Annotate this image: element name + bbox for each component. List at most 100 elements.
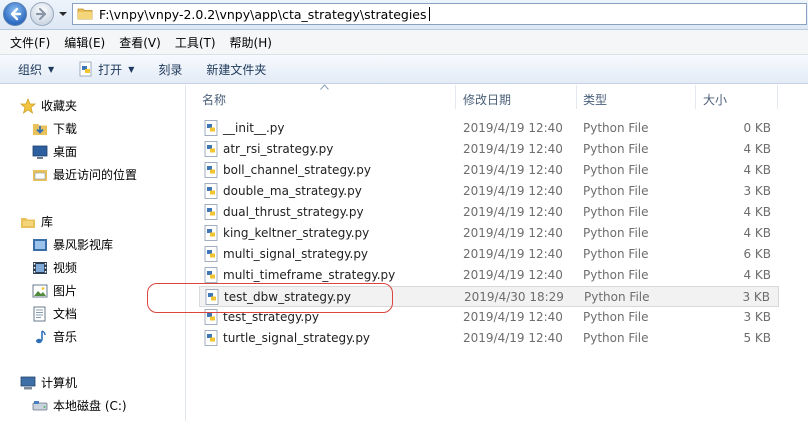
forward-button[interactable] <box>30 2 54 26</box>
column-divider[interactable] <box>695 85 696 109</box>
nav-computer-label: 计算机 <box>41 376 78 390</box>
file-name: atr_rsi_strategy.py <box>223 142 334 156</box>
file-modified: 2019/4/19 12:40 <box>463 163 563 177</box>
document-icon <box>33 306 46 321</box>
menu-tools[interactable]: 工具(T) <box>169 34 222 51</box>
file-row[interactable]: king_keltner_strategy.py 2019/4/19 12:40… <box>199 223 779 244</box>
nav-videos[interactable]: 视频 <box>32 259 77 276</box>
file-name: multi_signal_strategy.py <box>223 247 369 261</box>
python-file-icon <box>205 289 219 305</box>
nav-computer[interactable]: 计算机 <box>20 374 77 391</box>
file-type: Python File <box>583 247 649 261</box>
file-row-selected[interactable]: test_dbw_strategy.py 2019/4/30 18:29 Pyt… <box>199 286 779 307</box>
recent-pages-dropdown[interactable] <box>58 9 68 19</box>
nav-storm-label: 暴风影视库 <box>53 238 114 252</box>
text-caret <box>428 7 430 21</box>
back-button[interactable] <box>3 2 27 26</box>
file-row[interactable]: atr_rsi_strategy.py 2019/4/19 12:40 Pyth… <box>199 139 779 160</box>
organize-button[interactable]: 组织 ▼ <box>10 58 62 80</box>
open-button[interactable]: 打开 ▼ <box>70 58 142 80</box>
nav-favorites[interactable]: 收藏夹 <box>20 97 77 114</box>
file-row[interactable]: multi_signal_strategy.py 2019/4/19 12:40… <box>199 244 779 265</box>
file-modified: 2019/4/19 12:40 <box>463 268 563 282</box>
music-note-icon <box>36 329 46 343</box>
file-modified: 2019/4/19 12:40 <box>463 121 563 135</box>
column-name[interactable]: 名称 <box>202 91 226 108</box>
nav-favorites-label: 收藏夹 <box>41 99 78 113</box>
python-file-icon <box>204 246 218 262</box>
star-icon <box>20 97 36 114</box>
file-row[interactable]: multi_timeframe_strategy.py 2019/4/19 12… <box>199 265 779 286</box>
address-input[interactable]: F:\vnpy\vnpy-2.0.2\vnpy\app\cta_strategy… <box>72 3 807 25</box>
nav-pictures[interactable]: 图片 <box>32 282 77 299</box>
nav-pictures-label: 图片 <box>53 284 78 298</box>
file-type: Python File <box>584 290 650 304</box>
open-label: 打开 <box>98 62 123 77</box>
file-row[interactable]: __init__.py 2019/4/19 12:40 Python File … <box>199 118 779 139</box>
nav-desktop-label: 桌面 <box>53 145 78 159</box>
file-size: 4 KB <box>743 163 771 177</box>
nav-storm[interactable]: 暴风影视库 <box>32 236 113 253</box>
menu-help[interactable]: 帮助(H) <box>224 34 278 51</box>
python-file-icon <box>204 225 218 241</box>
file-type: Python File <box>583 184 649 198</box>
nav-recent[interactable]: 最近访问的位置 <box>32 166 137 183</box>
file-row[interactable]: dual_thrust_strategy.py 2019/4/19 12:40 … <box>199 202 779 223</box>
python-file-icon <box>204 204 218 220</box>
file-type: Python File <box>583 310 649 324</box>
file-size: 0 KB <box>743 121 771 135</box>
file-name: __init__.py <box>223 121 285 135</box>
python-file-icon <box>204 267 218 283</box>
file-type: Python File <box>583 331 649 345</box>
file-row[interactable]: boll_channel_strategy.py 2019/4/19 12:40… <box>199 160 779 181</box>
column-size[interactable]: 大小 <box>703 91 727 108</box>
python-file-icon <box>204 141 218 157</box>
file-name: test_dbw_strategy.py <box>224 290 351 304</box>
file-modified: 2019/4/19 12:40 <box>463 310 563 324</box>
file-row[interactable]: test_strategy.py 2019/4/19 12:40 Python … <box>199 307 779 328</box>
burn-label: 刻录 <box>158 62 183 77</box>
file-name: dual_thrust_strategy.py <box>223 205 364 219</box>
python-file-icon <box>79 61 92 77</box>
column-divider[interactable] <box>576 85 577 109</box>
sort-ascending-icon <box>320 84 329 90</box>
file-modified: 2019/4/19 12:40 <box>463 205 563 219</box>
file-size: 6 KB <box>743 247 771 261</box>
nav-local-disk[interactable]: 本地磁盘 (C:) <box>32 397 127 414</box>
file-row[interactable]: turtle_signal_strategy.py 2019/4/19 12:4… <box>199 328 779 349</box>
arrow-left-icon <box>10 7 22 21</box>
navigation-pane: 收藏夹 下载 桌面 最近访问的位置 库 暴风影视库 视频 图片 文档 音乐 计算… <box>0 85 186 421</box>
recent-places-icon <box>33 169 47 181</box>
file-size: 3 KB <box>743 310 771 324</box>
file-modified: 2019/4/30 18:29 <box>464 290 564 304</box>
nav-music[interactable]: 音乐 <box>32 328 77 345</box>
new-folder-button[interactable]: 新建文件夹 <box>198 58 274 80</box>
python-file-icon <box>204 309 218 325</box>
menu-edit[interactable]: 编辑(E) <box>58 34 111 51</box>
file-type: Python File <box>583 163 649 177</box>
file-name: boll_channel_strategy.py <box>223 163 371 177</box>
arrow-right-icon <box>35 7 47 21</box>
nav-libraries[interactable]: 库 <box>20 213 53 230</box>
nav-documents[interactable]: 文档 <box>32 305 77 322</box>
nav-downloads[interactable]: 下载 <box>32 120 77 137</box>
nav-local-disk-label: 本地磁盘 (C:) <box>53 399 127 413</box>
burn-button[interactable]: 刻录 <box>150 58 190 80</box>
file-size: 4 KB <box>743 268 771 282</box>
column-divider[interactable] <box>777 85 778 109</box>
column-modified[interactable]: 修改日期 <box>463 91 511 108</box>
address-path: F:\vnpy\vnpy-2.0.2\vnpy\app\cta_strategy… <box>99 6 427 22</box>
file-row[interactable]: double_ma_strategy.py 2019/4/19 12:40 Py… <box>199 181 779 202</box>
nav-recent-label: 最近访问的位置 <box>53 168 138 182</box>
nav-desktop[interactable]: 桌面 <box>32 143 77 160</box>
column-type[interactable]: 类型 <box>583 91 607 108</box>
nav-videos-label: 视频 <box>53 261 78 275</box>
menu-view[interactable]: 查看(V) <box>113 34 167 51</box>
chevron-down-icon: ▼ <box>128 64 135 74</box>
file-size: 5 KB <box>743 331 771 345</box>
file-list-pane: 名称 修改日期 类型 大小 __init__.py 2019/4/19 12:4… <box>187 84 808 421</box>
menu-file[interactable]: 文件(F) <box>4 34 56 51</box>
column-divider[interactable] <box>455 85 456 109</box>
file-size: 4 KB <box>743 205 771 219</box>
file-name: test_strategy.py <box>223 310 319 324</box>
